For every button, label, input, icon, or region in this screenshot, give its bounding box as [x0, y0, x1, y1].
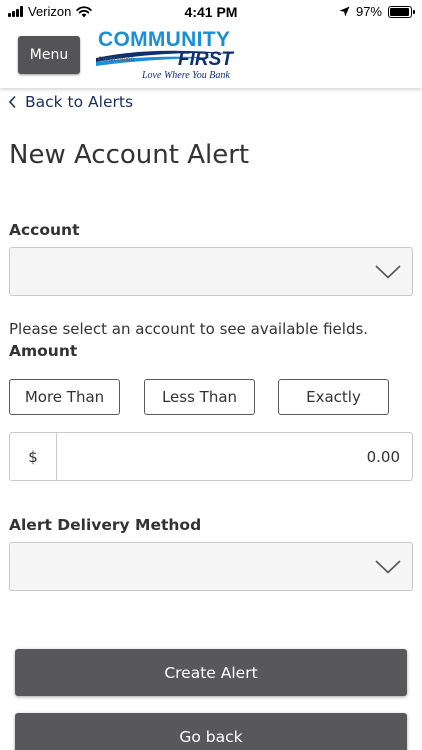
logo-first-text: FIRST	[178, 49, 233, 70]
app-header: Menu COMMUNITY Credit Union FIRST Love W…	[0, 24, 422, 88]
status-bar-right: 97%	[339, 4, 415, 19]
delivery-method-select[interactable]	[9, 542, 413, 591]
back-link-label: Back to Alerts	[25, 93, 134, 111]
amount-input-group: $	[9, 432, 413, 481]
less-than-button[interactable]: Less Than	[144, 379, 255, 415]
battery-percent: 97%	[355, 4, 382, 19]
amount-input[interactable]	[58, 433, 412, 480]
back-to-alerts-link[interactable]: Back to Alerts	[8, 93, 133, 111]
chevron-down-icon	[375, 265, 401, 279]
amount-label: Amount	[9, 342, 78, 360]
page-title: New Account Alert	[9, 140, 250, 170]
chevron-left-icon	[8, 95, 16, 109]
create-alert-button[interactable]: Create Alert	[15, 649, 407, 696]
exactly-button[interactable]: Exactly	[278, 379, 389, 415]
account-label: Account	[9, 221, 80, 239]
account-help-text: Please select an account to see availabl…	[9, 320, 369, 338]
account-select[interactable]	[9, 247, 413, 296]
status-bar: Verizon 4:41 PM 97%	[0, 0, 422, 24]
battery-icon	[388, 5, 415, 18]
menu-button[interactable]: Menu	[18, 36, 80, 74]
battery-level-fill	[390, 7, 410, 16]
community-first-logo[interactable]: COMMUNITY Credit Union FIRST Love Where …	[96, 28, 241, 84]
chevron-down-icon	[375, 560, 401, 574]
logo-credit-union-text: Credit Union	[98, 56, 135, 63]
currency-prefix: $	[10, 433, 57, 480]
location-arrow-icon	[339, 6, 350, 17]
logo-tagline: Love Where You Bank	[142, 70, 230, 81]
go-back-button[interactable]: Go back	[15, 713, 407, 750]
more-than-button[interactable]: More Than	[9, 379, 120, 415]
delivery-method-label: Alert Delivery Method	[9, 516, 202, 534]
